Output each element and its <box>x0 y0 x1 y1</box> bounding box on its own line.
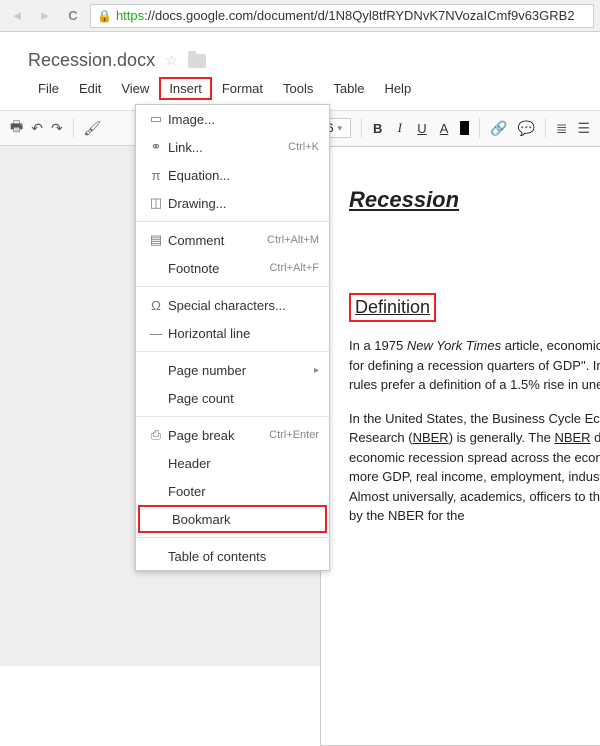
lock-icon: 🔒 <box>97 9 112 23</box>
doc-paragraph[interactable]: In the United States, the Business Cycle… <box>349 409 600 526</box>
separator <box>361 118 362 138</box>
menu-format[interactable]: Format <box>212 77 273 100</box>
separator <box>479 118 480 138</box>
highlight-color-button[interactable] <box>460 121 469 135</box>
menu-bar: File Edit View Insert Format Tools Table… <box>28 77 600 100</box>
star-icon[interactable]: ☆ <box>165 52 178 69</box>
menu-item-page-number[interactable]: Page number ▸ <box>136 356 329 384</box>
menu-tools[interactable]: Tools <box>273 77 323 100</box>
page-break-icon: ⎙ <box>144 427 168 443</box>
image-icon: ▭ <box>144 111 168 127</box>
undo-icon[interactable]: ↶ <box>31 120 43 137</box>
url-path: ://docs.google.com/document/d/1N8Qyl8tfR… <box>144 8 574 23</box>
separator <box>136 416 329 417</box>
bulleted-list-icon[interactable]: ☰ <box>577 120 590 137</box>
doc-heading-1[interactable]: Recession <box>349 187 600 213</box>
menu-item-footer[interactable]: Footer <box>136 477 329 505</box>
highlighted-item: Bookmark <box>138 505 327 533</box>
separator <box>136 351 329 352</box>
equation-icon: π <box>144 168 168 183</box>
menu-item-image[interactable]: ▭ Image... <box>136 105 329 133</box>
numbered-list-icon[interactable]: ≣ <box>556 120 568 137</box>
dropdown-caret-icon: ▾ <box>338 123 343 134</box>
underline-button[interactable]: U <box>416 121 428 136</box>
menu-item-footnote[interactable]: Footnote Ctrl+Alt+F <box>136 254 329 282</box>
redo-icon[interactable]: ↷ <box>51 120 63 137</box>
underlined-text: NBER <box>554 430 590 445</box>
drawing-icon: ◫ <box>144 195 168 211</box>
back-button[interactable]: ◄ <box>6 5 28 27</box>
menu-item-page-break[interactable]: ⎙ Page break Ctrl+Enter <box>136 421 329 449</box>
shortcut-label: Ctrl+K <box>288 141 319 153</box>
menu-help[interactable]: Help <box>374 77 421 100</box>
doc-paragraph[interactable]: In a 1975 New York Times article, econom… <box>349 336 600 395</box>
italic-text: New York Times <box>407 338 501 353</box>
separator <box>136 537 329 538</box>
doc-title[interactable]: Recession.docx <box>28 50 155 71</box>
menu-item-equation[interactable]: π Equation... <box>136 161 329 189</box>
hr-icon: — <box>144 326 168 341</box>
menu-item-bookmark[interactable]: Bookmark <box>140 507 325 531</box>
menu-item-horizontal-line[interactable]: — Horizontal line <box>136 319 329 347</box>
menu-table[interactable]: Table <box>323 77 374 100</box>
bold-button[interactable]: B <box>372 121 384 136</box>
comment-icon: ▤ <box>144 232 168 248</box>
url-bar[interactable]: 🔒 https://docs.google.com/document/d/1N8… <box>90 4 594 28</box>
menu-item-toc[interactable]: Table of contents <box>136 542 329 570</box>
underlined-text: NBER <box>413 430 449 445</box>
menu-item-header[interactable]: Header <box>136 449 329 477</box>
insert-comment-icon[interactable]: 💬 <box>518 120 535 137</box>
separator <box>545 118 546 138</box>
menu-view[interactable]: View <box>111 77 159 100</box>
print-icon[interactable]: 🖶 <box>10 116 23 140</box>
shortcut-label: Ctrl+Alt+M <box>267 234 319 246</box>
separator <box>136 286 329 287</box>
menu-file[interactable]: File <box>28 77 69 100</box>
document-page[interactable]: Recession Definition In a 1975 New York … <box>320 146 600 746</box>
separator <box>136 221 329 222</box>
browser-toolbar: ◄ ► C 🔒 https://docs.google.com/document… <box>0 0 600 32</box>
doc-header: Recession.docx ☆ File Edit View Insert F… <box>0 32 600 100</box>
text-color-button[interactable]: A <box>438 121 450 136</box>
menu-edit[interactable]: Edit <box>69 77 111 100</box>
menu-item-page-count[interactable]: Page count <box>136 384 329 412</box>
doc-heading-2[interactable]: Definition <box>355 297 430 317</box>
menu-insert[interactable]: Insert <box>159 77 212 100</box>
menu-item-link[interactable]: ⚭ Link... Ctrl+K <box>136 133 329 161</box>
paint-format-icon[interactable]: 🖌 <box>83 120 101 137</box>
omega-icon: Ω <box>144 298 168 313</box>
menu-item-drawing[interactable]: ◫ Drawing... <box>136 189 329 217</box>
url-protocol: https <box>116 8 144 23</box>
folder-icon[interactable] <box>188 54 206 68</box>
reload-button[interactable]: C <box>62 5 84 27</box>
forward-button[interactable]: ► <box>34 5 56 27</box>
separator <box>73 118 74 138</box>
shortcut-label: Ctrl+Alt+F <box>269 262 319 274</box>
italic-button[interactable]: I <box>394 120 406 136</box>
menu-item-comment[interactable]: ▤ Comment Ctrl+Alt+M <box>136 226 329 254</box>
link-icon: ⚭ <box>144 139 168 155</box>
menu-item-special-chars[interactable]: Ω Special characters... <box>136 291 329 319</box>
insert-link-icon[interactable]: 🔗 <box>490 120 507 137</box>
insert-menu-dropdown: ▭ Image... ⚭ Link... Ctrl+K π Equation..… <box>135 104 330 571</box>
highlighted-heading: Definition <box>349 293 436 322</box>
submenu-arrow-icon: ▸ <box>314 365 319 376</box>
shortcut-label: Ctrl+Enter <box>269 429 319 441</box>
